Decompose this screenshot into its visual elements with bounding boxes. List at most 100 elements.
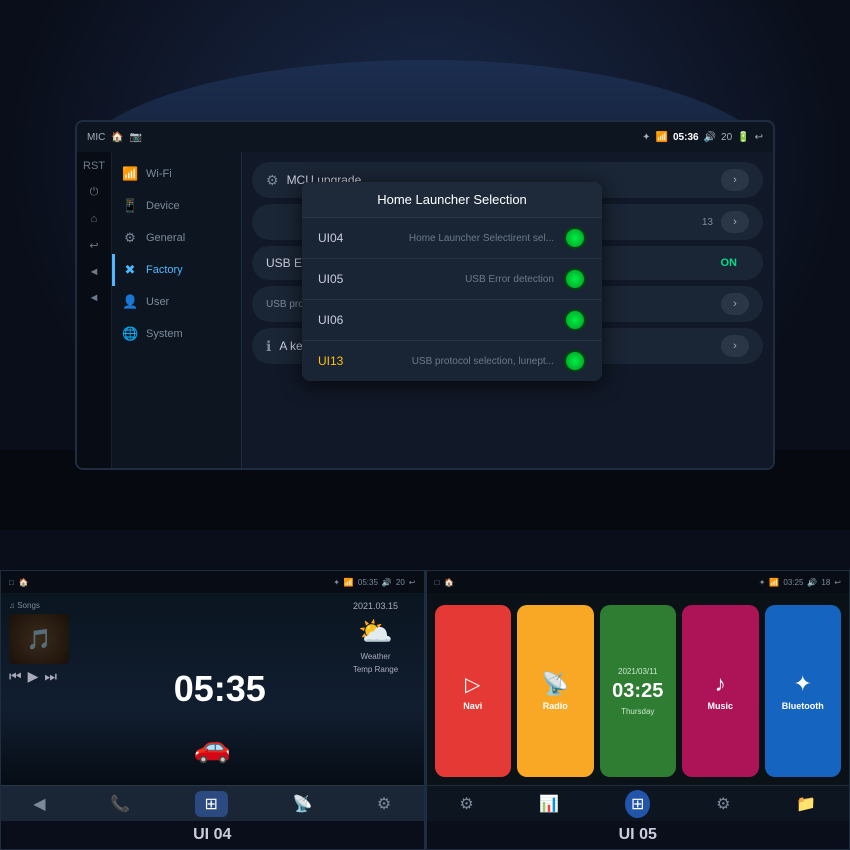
ui04-option-sub: Home Launcher Selectirent sel... (409, 233, 554, 244)
ui05-panel: □ 🏠 ✦ 📶 03:25 🔊 18 ↩ ▷ Navi (426, 570, 850, 850)
popup-option-ui13[interactable]: UI13 USB protocol selection, lunept... (302, 341, 602, 381)
sidebar-item-wifi[interactable]: 📶 Wi-Fi (112, 158, 241, 190)
ui04-toggle[interactable] (564, 227, 586, 249)
export-icon: ℹ (266, 338, 271, 355)
main-screen: MIC 🏠 📷 ✦ 📶 05:36 🔊 20 🔋 ↩ RST ⏻ ⌂ ↩ ◄ ◄ (75, 120, 775, 470)
tile-navi[interactable]: ▷ Navi (435, 605, 512, 777)
ui06-toggle[interactable] (564, 309, 586, 331)
screen-body: RST ⏻ ⌂ ↩ ◄ ◄ 📶 Wi-Fi 📱 Device ⚙ General… (77, 152, 773, 468)
radio-label: Radio (543, 701, 568, 711)
popup-title: Home Launcher Selection (302, 182, 602, 218)
prev-button[interactable]: ⏮ (9, 668, 22, 685)
tile-radio[interactable]: 📡 Radio (517, 605, 594, 777)
power-icon[interactable]: ⏻ (90, 186, 99, 199)
clock-date: 2021/03/11 (618, 667, 657, 676)
ui05-nav-home[interactable]: ⊞ (625, 790, 650, 818)
ui04-date: 2021.03.15 (353, 601, 398, 611)
vol-down-icon[interactable]: ◄ (89, 266, 100, 278)
row13-label: 13 (702, 217, 713, 228)
ui04-status-left: □ 🏠 (9, 578, 29, 587)
nav-location-icon[interactable]: ◀ (33, 794, 45, 814)
ui04-nav: ◀ 📞 ⊞ 📡 ⚙ (1, 785, 424, 821)
ui05-body: ▷ Navi 📡 Radio 2021/03/11 03:25 Thursday… (427, 593, 850, 821)
sidebar: 📶 Wi-Fi 📱 Device ⚙ General ✖ Factory 👤 U… (112, 152, 242, 468)
ui04-weather: 2021.03.15 ⛅ Weather Temp Range (336, 601, 416, 777)
usbpro-chevron[interactable]: › (721, 293, 749, 315)
ui04-body: ♫ Songs 🎵 ⏮ ▶ ⏭ 05:35 2021.03.15 ⛅ Weath… (1, 593, 424, 785)
ui05-status-home: 🏠 (444, 578, 454, 587)
topbar-right: ✦ 📶 05:36 🔊 20 🔋 ↩ (642, 132, 763, 143)
nav-home-icon[interactable]: ⊞ (195, 791, 228, 817)
back-icon[interactable]: ↩ (755, 132, 763, 143)
songs-label: ♫ Songs (9, 601, 104, 610)
sidebar-item-factory[interactable]: ✖ Factory (112, 254, 241, 286)
ui04-footer: UI 04 (1, 821, 424, 849)
tile-music[interactable]: ♪ Music (682, 605, 759, 777)
ui05-footer-label: UI 05 (619, 826, 657, 844)
ui05-nav-settings[interactable]: ⚙ (459, 794, 473, 814)
usb-on-badge[interactable]: ON (709, 253, 750, 273)
ui04-statusbar: □ 🏠 ✦ 📶 05:35 🔊 20 ↩ (1, 571, 424, 593)
battery-label: 20 (721, 132, 732, 143)
ui05-tiles: ▷ Navi 📡 Radio 2021/03/11 03:25 Thursday… (427, 593, 850, 785)
music-album-art: 🎵 (9, 614, 69, 664)
ui05-status-right: ✦ 📶 03:25 🔊 18 ↩ (759, 578, 841, 587)
general-icon: ⚙ (122, 230, 138, 246)
factory-label: Factory (146, 264, 183, 276)
system-icon: 🌐 (122, 326, 138, 342)
ui05-toggle[interactable] (564, 268, 586, 290)
export-chevron[interactable]: › (721, 335, 749, 357)
screen-topbar: MIC 🏠 📷 ✦ 📶 05:36 🔊 20 🔋 ↩ (77, 122, 773, 152)
wifi-sidebar-icon: 📶 (122, 166, 138, 182)
mcu-chevron[interactable]: › (721, 169, 749, 191)
tile-clock[interactable]: 2021/03/11 03:25 Thursday (600, 605, 677, 777)
main-content: ⚙ MCU upgrade › 13 › USB Error detection (242, 152, 773, 468)
play-button[interactable]: ▶ (28, 668, 39, 685)
ui05-nav-stats[interactable]: 📊 (539, 794, 559, 814)
tile-bluetooth[interactable]: ✦ Bluetooth (765, 605, 842, 777)
bt-tile-icon: ✦ (794, 671, 812, 697)
nav-phone-icon[interactable]: 📞 (110, 794, 130, 814)
ui05-status-left: □ 🏠 (435, 578, 455, 587)
topbar-time: 05:36 (673, 132, 699, 143)
launcher-chevron[interactable]: › (721, 211, 749, 233)
rst-button[interactable]: RST (83, 160, 105, 172)
ui05-option-sub: USB Error detection (465, 274, 554, 285)
popup-option-ui06[interactable]: UI06 (302, 300, 602, 341)
nav-signal-icon[interactable]: 📡 (292, 794, 312, 814)
home-ctrl-icon[interactable]: ⌂ (91, 213, 98, 225)
ui05-vol-icon: 🔊 (807, 578, 817, 587)
clock-big-time: 03:25 (612, 680, 663, 703)
ui05-battery: 18 (821, 578, 830, 587)
ui05-nav-folder[interactable]: 📁 (796, 794, 816, 814)
ui04-vol-icon: 🔊 (382, 578, 392, 587)
wifi-icon: 📶 (656, 132, 668, 143)
ui05-nav-gear[interactable]: ⚙ (716, 794, 730, 814)
sidebar-item-general[interactable]: ⚙ General (112, 222, 241, 254)
ui05-back: ↩ (834, 578, 841, 587)
ui04-bt-icon: ✦ (333, 578, 340, 587)
ui04-status-right: ✦ 📶 05:35 🔊 20 ↩ (333, 578, 415, 587)
device-label: Device (146, 200, 180, 212)
clock-day: Thursday (621, 707, 654, 716)
ui05-status-square: □ (435, 578, 440, 587)
ui05-footer: UI 05 (427, 821, 850, 849)
ui05-wifi-icon: 📶 (769, 578, 779, 587)
sidebar-item-device[interactable]: 📱 Device (112, 190, 241, 222)
back-ctrl-icon[interactable]: ↩ (89, 239, 98, 252)
ui13-toggle[interactable] (564, 350, 586, 372)
nav-settings-icon[interactable]: ⚙ (377, 794, 391, 814)
ui04-panel: □ 🏠 ✦ 📶 05:35 🔊 20 ↩ ♫ Songs 🎵 ⏮ (0, 570, 425, 850)
weather-label: Weather (360, 652, 390, 661)
bottom-panels: □ 🏠 ✦ 📶 05:35 🔊 20 ↩ ♫ Songs 🎵 ⏮ (0, 570, 850, 850)
popup-option-ui04[interactable]: UI04 Home Launcher Selectirent sel... (302, 218, 602, 259)
user-label: User (146, 296, 169, 308)
sidebar-item-user[interactable]: 👤 User (112, 286, 241, 318)
next-button[interactable]: ⏭ (44, 668, 57, 685)
ui04-back: ↩ (409, 578, 416, 587)
home-icon: 🏠 (111, 132, 123, 143)
sidebar-item-system[interactable]: 🌐 System (112, 318, 241, 350)
popup-option-ui05[interactable]: UI05 USB Error detection (302, 259, 602, 300)
ui06-option-label: UI06 (318, 313, 540, 327)
vol-up-icon[interactable]: ◄ (89, 292, 100, 304)
